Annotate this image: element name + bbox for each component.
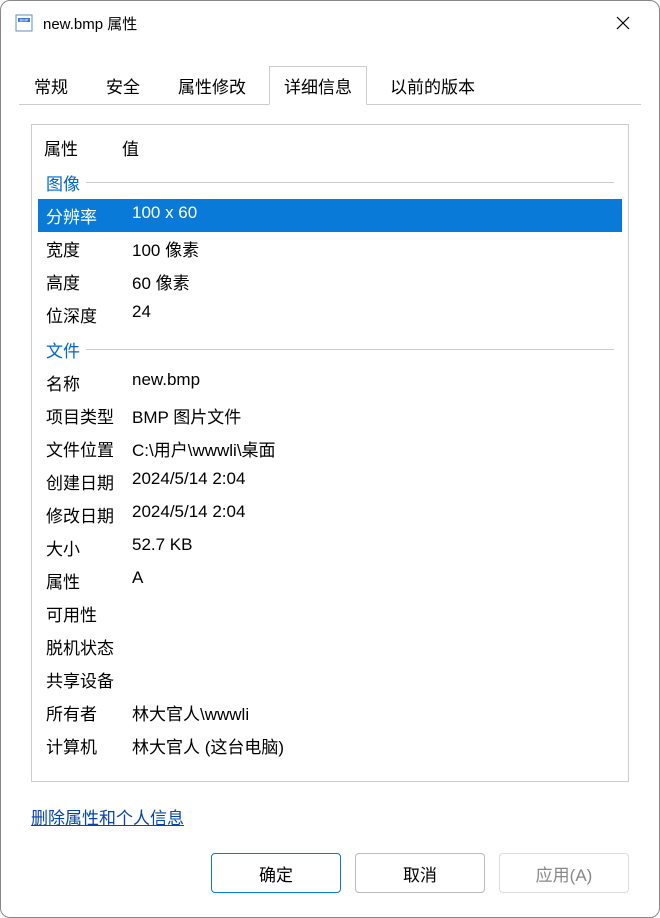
properties-dialog: BMP new.bmp 属性 常规 安全 属性修改 详细信息 以前的版本 属性 …: [0, 0, 660, 918]
row-item-type[interactable]: 项目类型 BMP 图片文件: [38, 399, 622, 432]
tab-general[interactable]: 常规: [19, 66, 83, 105]
value-file-location: C:\用户\wwwli\桌面: [132, 436, 616, 461]
row-shared-device[interactable]: 共享设备: [38, 663, 622, 696]
tab-attribute-modify[interactable]: 属性修改: [163, 66, 261, 105]
row-resolution[interactable]: 分辨率 100 x 60: [38, 199, 622, 232]
value-owner: 林大官人\wwwli: [132, 700, 616, 725]
label-name: 名称: [44, 370, 132, 395]
label-file-location: 文件位置: [44, 436, 132, 461]
label-offline-status: 脱机状态: [44, 634, 132, 659]
window-title: new.bmp 属性: [43, 13, 601, 34]
section-file-label: 文件: [46, 337, 80, 362]
label-bit-depth: 位深度: [44, 302, 132, 327]
row-size[interactable]: 大小 52.7 KB: [38, 531, 622, 564]
value-size: 52.7 KB: [132, 535, 616, 560]
value-shared-device: [132, 667, 616, 692]
label-resolution: 分辨率: [44, 203, 132, 228]
tab-details[interactable]: 详细信息: [269, 66, 367, 105]
value-height: 60 像素: [132, 269, 616, 294]
label-shared-device: 共享设备: [44, 667, 132, 692]
label-item-type: 项目类型: [44, 403, 132, 428]
titlebar: BMP new.bmp 属性: [1, 1, 659, 45]
value-resolution: 100 x 60: [132, 203, 616, 228]
value-item-type: BMP 图片文件: [132, 403, 616, 428]
label-owner: 所有者: [44, 700, 132, 725]
value-offline-status: [132, 634, 616, 659]
row-computer[interactable]: 计算机 林大官人 (这台电脑): [38, 729, 622, 762]
content-wrap: 属性 值 图像 分辨率 100 x 60 宽度 100 像素 高度 60 像素 …: [1, 104, 659, 917]
column-headers: 属性 值: [38, 131, 622, 164]
row-created[interactable]: 创建日期 2024/5/14 2:04: [38, 465, 622, 498]
header-value: 值: [122, 135, 139, 160]
row-file-location[interactable]: 文件位置 C:\用户\wwwli\桌面: [38, 432, 622, 465]
row-bit-depth[interactable]: 位深度 24: [38, 298, 622, 331]
section-divider: [86, 182, 614, 183]
row-width[interactable]: 宽度 100 像素: [38, 232, 622, 265]
label-created: 创建日期: [44, 469, 132, 494]
ok-button[interactable]: 确定: [211, 853, 341, 893]
value-name: new.bmp: [132, 370, 616, 395]
section-divider: [86, 349, 614, 350]
label-computer: 计算机: [44, 733, 132, 758]
row-availability[interactable]: 可用性: [38, 597, 622, 630]
row-name[interactable]: 名称 new.bmp: [38, 366, 622, 399]
svg-text:BMP: BMP: [20, 18, 29, 23]
close-icon: [616, 16, 630, 30]
label-attributes: 属性: [44, 568, 132, 593]
bmp-file-icon: BMP: [15, 14, 33, 32]
section-file: 文件: [38, 333, 622, 366]
row-height[interactable]: 高度 60 像素: [38, 265, 622, 298]
value-computer: 林大官人 (这台电脑): [132, 733, 616, 758]
row-attributes[interactable]: 属性 A: [38, 564, 622, 597]
section-image: 图像: [38, 166, 622, 199]
close-button[interactable]: [601, 1, 645, 45]
row-owner[interactable]: 所有者 林大官人\wwwli: [38, 696, 622, 729]
label-width: 宽度: [44, 236, 132, 261]
label-availability: 可用性: [44, 601, 132, 626]
apply-button[interactable]: 应用(A): [499, 853, 629, 893]
row-offline-status[interactable]: 脱机状态: [38, 630, 622, 663]
value-width: 100 像素: [132, 236, 616, 261]
tab-strip: 常规 安全 属性修改 详细信息 以前的版本: [1, 65, 659, 104]
row-modified[interactable]: 修改日期 2024/5/14 2:04: [38, 498, 622, 531]
label-height: 高度: [44, 269, 132, 294]
label-size: 大小: [44, 535, 132, 560]
cancel-button[interactable]: 取消: [355, 853, 485, 893]
value-availability: [132, 601, 616, 626]
remove-properties-link[interactable]: 删除属性和个人信息: [31, 804, 629, 829]
section-image-label: 图像: [46, 170, 80, 195]
value-bit-depth: 24: [132, 302, 616, 327]
label-modified: 修改日期: [44, 502, 132, 527]
value-created: 2024/5/14 2:04: [132, 469, 616, 494]
value-modified: 2024/5/14 2:04: [132, 502, 616, 527]
header-property: 属性: [44, 135, 122, 160]
tab-previous-versions[interactable]: 以前的版本: [375, 66, 490, 105]
dialog-buttons: 确定 取消 应用(A): [1, 829, 659, 917]
details-panel: 属性 值 图像 分辨率 100 x 60 宽度 100 像素 高度 60 像素 …: [31, 124, 629, 782]
tab-security[interactable]: 安全: [91, 66, 155, 105]
value-attributes: A: [132, 568, 616, 593]
